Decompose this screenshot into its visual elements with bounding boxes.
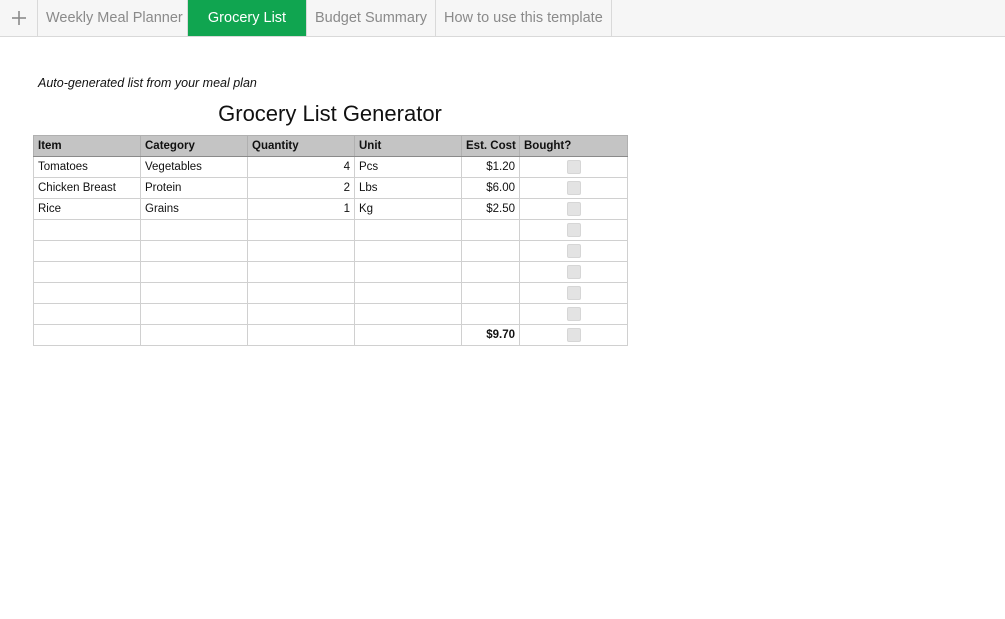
column-header-bought[interactable]: Bought?	[519, 135, 628, 157]
bought-cell	[519, 156, 628, 178]
table-row	[33, 219, 628, 241]
bought-cell	[519, 198, 628, 220]
item-cell[interactable]	[33, 240, 141, 262]
cost-cell[interactable]	[461, 303, 520, 325]
quantity-cell[interactable]: 4	[247, 156, 355, 178]
bought-cell	[519, 303, 628, 325]
bought-checkbox[interactable]	[566, 181, 581, 195]
unit-cell[interactable]	[354, 219, 462, 241]
table-row	[33, 303, 628, 325]
quantity-cell[interactable]: 2	[247, 177, 355, 199]
footer-cell[interactable]	[140, 324, 248, 346]
total-cost-cell[interactable]: $9.70	[461, 324, 520, 346]
item-cell[interactable]	[33, 219, 141, 241]
category-cell[interactable]: Protein	[140, 177, 248, 199]
quantity-cell[interactable]	[247, 219, 355, 241]
category-cell[interactable]	[140, 240, 248, 262]
column-header-category[interactable]: Category	[140, 135, 248, 157]
cost-cell[interactable]	[461, 240, 520, 262]
add-sheet-button[interactable]	[0, 0, 38, 36]
bought-cell	[519, 282, 628, 304]
quantity-cell[interactable]	[247, 240, 355, 262]
item-cell[interactable]: Rice	[33, 198, 141, 220]
column-header-est-cost[interactable]: Est. Cost	[461, 135, 520, 157]
unit-cell[interactable]	[354, 303, 462, 325]
category-cell[interactable]	[140, 303, 248, 325]
table-row	[33, 282, 628, 304]
quantity-cell[interactable]	[247, 261, 355, 283]
footer-cell[interactable]	[247, 324, 355, 346]
item-cell[interactable]: Chicken Breast	[33, 177, 141, 199]
category-cell[interactable]: Grains	[140, 198, 248, 220]
cost-cell[interactable]	[461, 219, 520, 241]
cost-cell[interactable]: $6.00	[461, 177, 520, 199]
footer-bought-cell	[519, 324, 628, 346]
cost-cell[interactable]	[461, 261, 520, 283]
table-row: Tomatoes Vegetables 4 Pcs $1.20	[33, 156, 628, 178]
category-cell[interactable]: Vegetables	[140, 156, 248, 178]
bought-checkbox[interactable]	[566, 160, 581, 174]
table-row	[33, 261, 628, 283]
footer-cell[interactable]	[354, 324, 462, 346]
unit-cell[interactable]: Lbs	[354, 177, 462, 199]
item-cell[interactable]	[33, 282, 141, 304]
sheet-tab-bar: Weekly Meal Planner Grocery List Budget …	[0, 0, 1005, 37]
bought-checkbox[interactable]	[566, 286, 581, 300]
unit-cell[interactable]	[354, 282, 462, 304]
column-header-quantity[interactable]: Quantity	[247, 135, 355, 157]
category-cell[interactable]	[140, 219, 248, 241]
item-cell[interactable]	[33, 261, 141, 283]
quantity-cell[interactable]: 1	[247, 198, 355, 220]
quantity-cell[interactable]	[247, 282, 355, 304]
unit-cell[interactable]	[354, 240, 462, 262]
table-row	[33, 240, 628, 262]
grocery-table: Item Category Quantity Unit Est. Cost Bo…	[33, 135, 628, 346]
category-cell[interactable]	[140, 282, 248, 304]
plus-icon	[11, 11, 26, 25]
bought-cell	[519, 261, 628, 283]
footer-cell[interactable]	[33, 324, 141, 346]
cost-cell[interactable]	[461, 282, 520, 304]
bought-checkbox[interactable]	[566, 202, 581, 216]
unit-cell[interactable]	[354, 261, 462, 283]
cost-cell[interactable]: $2.50	[461, 198, 520, 220]
sheet-subtitle: Auto-generated list from your meal plan	[38, 76, 257, 90]
bought-checkbox[interactable]	[566, 265, 581, 279]
table-row: Chicken Breast Protein 2 Lbs $6.00	[33, 177, 628, 199]
unit-cell[interactable]: Pcs	[354, 156, 462, 178]
bought-cell	[519, 219, 628, 241]
table-row: Rice Grains 1 Kg $2.50	[33, 198, 628, 220]
cost-cell[interactable]: $1.20	[461, 156, 520, 178]
tab-budget-summary[interactable]: Budget Summary	[307, 0, 436, 36]
tab-weekly-meal-planner[interactable]: Weekly Meal Planner	[38, 0, 188, 36]
tab-grocery-list[interactable]: Grocery List	[188, 0, 307, 36]
bought-cell	[519, 177, 628, 199]
column-header-item[interactable]: Item	[33, 135, 141, 157]
bought-checkbox[interactable]	[566, 328, 581, 342]
bought-cell	[519, 240, 628, 262]
sheet-title: Grocery List Generator	[218, 101, 442, 126]
item-cell[interactable]	[33, 303, 141, 325]
column-header-unit[interactable]: Unit	[354, 135, 462, 157]
quantity-cell[interactable]	[247, 303, 355, 325]
bought-checkbox[interactable]	[566, 307, 581, 321]
category-cell[interactable]	[140, 261, 248, 283]
bought-checkbox[interactable]	[566, 223, 581, 237]
item-cell[interactable]: Tomatoes	[33, 156, 141, 178]
unit-cell[interactable]: Kg	[354, 198, 462, 220]
bought-checkbox[interactable]	[566, 244, 581, 258]
table-footer-row: $9.70	[33, 324, 628, 346]
tab-how-to-use[interactable]: How to use this template	[436, 0, 612, 36]
table-header-row: Item Category Quantity Unit Est. Cost Bo…	[33, 135, 628, 157]
